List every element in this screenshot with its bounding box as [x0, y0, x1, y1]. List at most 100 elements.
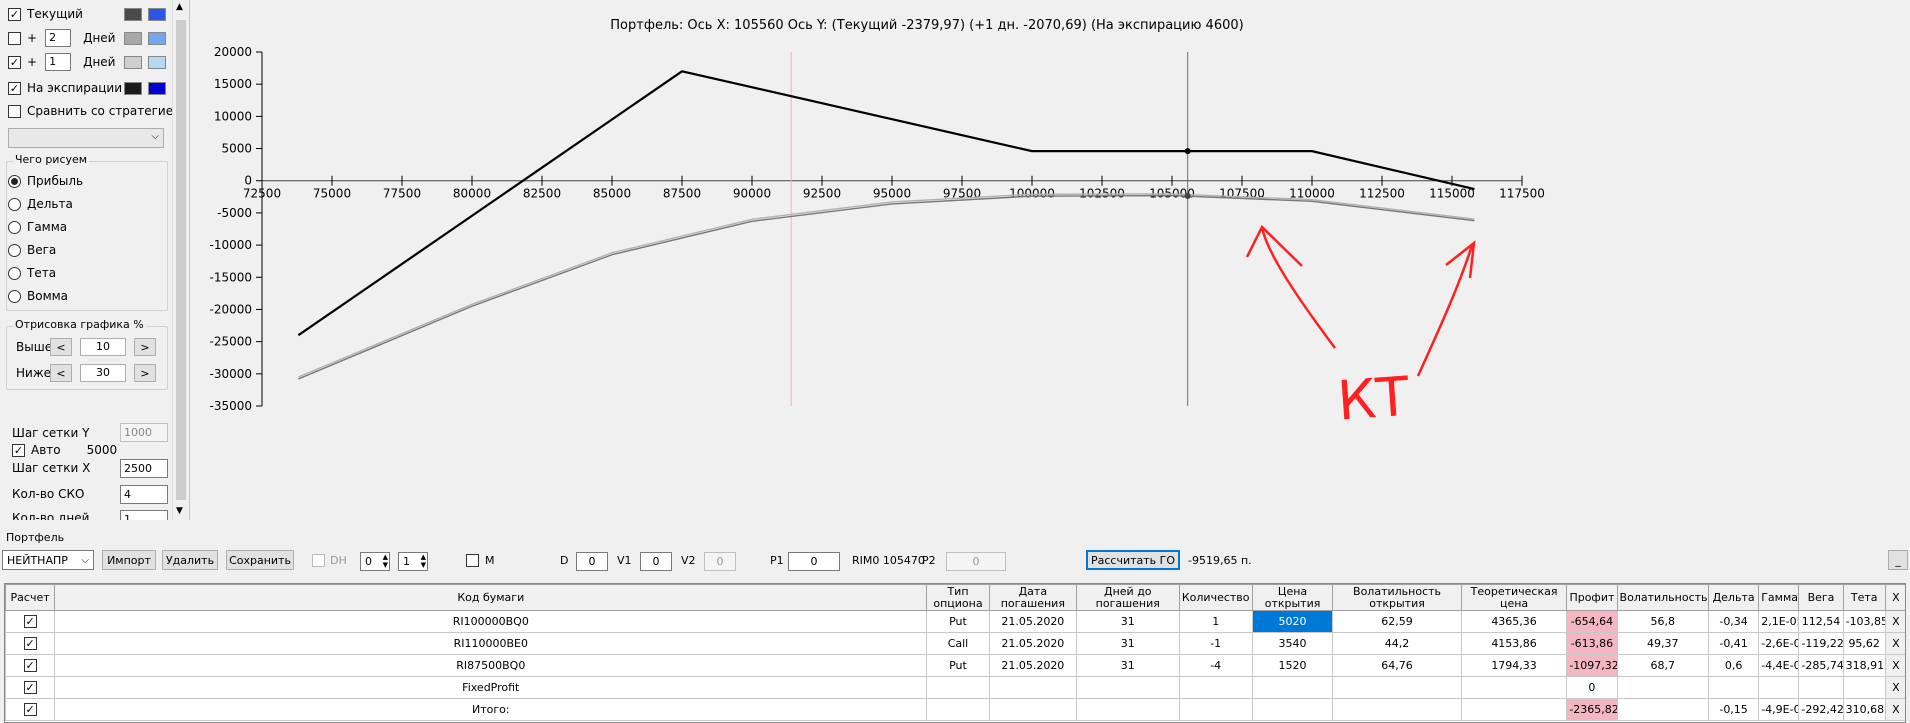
table-cell[interactable]: 62,59: [1332, 610, 1462, 633]
table-cell[interactable]: -1097,32: [1566, 654, 1618, 677]
table-cell[interactable]: [1076, 698, 1180, 721]
radio-delta-dot[interactable]: [8, 197, 21, 211]
spin1-input[interactable]: 0 ▲ ▼: [360, 552, 390, 571]
table-cell[interactable]: Call: [926, 632, 990, 655]
days-a-color-swatch-2[interactable]: [148, 32, 166, 45]
strategy-select[interactable]: НЕЙТНАПР ⌵: [2, 550, 94, 570]
table-cell[interactable]: -2,6E-05: [1758, 632, 1800, 655]
radio-gamma[interactable]: Гамма: [8, 217, 67, 237]
table-cell[interactable]: 95,62: [1842, 632, 1886, 655]
table-cell[interactable]: -0,41: [1707, 632, 1760, 655]
table-cell[interactable]: [926, 698, 990, 721]
calc-checkbox[interactable]: [23, 615, 37, 628]
column-header[interactable]: Тип опциона: [926, 584, 990, 611]
column-header[interactable]: Тета: [1842, 584, 1886, 611]
table-cell[interactable]: [1251, 676, 1334, 699]
m-checkbox[interactable]: [466, 554, 479, 567]
table-cell[interactable]: 2,1E-05: [1758, 610, 1800, 633]
table-cell[interactable]: [1460, 698, 1568, 721]
below-value[interactable]: 30: [80, 364, 126, 382]
p2-input[interactable]: 0: [946, 552, 1006, 571]
expiry-checkbox[interactable]: [8, 81, 21, 95]
column-header[interactable]: Профит: [1566, 584, 1618, 611]
d-input[interactable]: 0: [576, 552, 608, 571]
dh-checkbox[interactable]: [312, 554, 325, 567]
calc-checkbox[interactable]: [23, 681, 37, 694]
table-cell[interactable]: 3540: [1251, 632, 1334, 655]
days-a-color-swatch[interactable]: [124, 32, 142, 45]
table-cell[interactable]: 21.05.2020: [988, 654, 1078, 677]
current-checkbox[interactable]: [8, 7, 21, 21]
current-color-swatch[interactable]: [124, 8, 142, 21]
table-cell[interactable]: -285,74: [1798, 654, 1844, 677]
table-cell[interactable]: -0,34: [1707, 610, 1760, 633]
table-cell[interactable]: FixedProfit: [54, 676, 928, 699]
calc-checkbox[interactable]: [23, 703, 37, 716]
column-header[interactable]: Расчет: [5, 584, 56, 611]
below-increment-button[interactable]: >: [134, 364, 156, 382]
scroll-down-icon[interactable]: ▼: [176, 506, 183, 516]
table-cell[interactable]: -613,86: [1566, 632, 1618, 655]
table-cell[interactable]: 1: [1178, 610, 1253, 633]
table-cell[interactable]: [1798, 676, 1844, 699]
table-cell[interactable]: [1707, 676, 1760, 699]
radio-vega[interactable]: Вега: [8, 240, 56, 260]
auto-row[interactable]: Авто 5000: [12, 440, 117, 460]
calc-go-button[interactable]: Рассчитать ГО: [1086, 550, 1180, 570]
current-color-swatch-2[interactable]: [148, 8, 166, 21]
calc-checkbox[interactable]: [23, 659, 37, 672]
table-cell[interactable]: 1520: [1251, 654, 1334, 677]
table-cell[interactable]: RI110000BE0: [54, 632, 928, 655]
minimize-button[interactable]: _: [1888, 550, 1908, 570]
table-cell[interactable]: -103,85: [1842, 610, 1886, 633]
table-row[interactable]: FixedProfit 0 X: [5, 676, 1905, 699]
table-row[interactable]: RI100000BQ0Put21.05.2020311502062,594365…: [5, 610, 1905, 633]
spin-arrows-icon[interactable]: ▲ ▼: [383, 553, 388, 569]
table-cell[interactable]: 0,6: [1707, 654, 1760, 677]
table-cell[interactable]: Итого:: [54, 698, 928, 721]
days-a-row[interactable]: + 2 Дней: [8, 28, 115, 48]
table-cell[interactable]: -1: [1178, 632, 1253, 655]
table-cell[interactable]: 31: [1076, 610, 1180, 633]
table-cell[interactable]: 112,54: [1798, 610, 1844, 633]
days-a-input[interactable]: 2: [45, 29, 72, 47]
days-b-row[interactable]: + 1 Дней: [8, 52, 115, 72]
table-cell[interactable]: RI87500BQ0: [54, 654, 928, 677]
scrollbar-thumb[interactable]: [176, 20, 186, 500]
days-b-input[interactable]: 1: [45, 53, 72, 71]
expiry-color-swatch-2[interactable]: [148, 82, 166, 95]
table-cell[interactable]: 4365,36: [1460, 610, 1568, 633]
save-button[interactable]: Сохранить: [226, 550, 294, 570]
table-cell[interactable]: [926, 676, 990, 699]
table-row[interactable]: Итого: -2365,82 -0,15-4,9E-05-292,42310,68…: [5, 698, 1905, 721]
strategy-compare-select[interactable]: ⌵: [8, 128, 164, 148]
table-cell[interactable]: [1178, 676, 1253, 699]
table-cell[interactable]: [988, 698, 1078, 721]
days-b-checkbox[interactable]: [8, 55, 21, 69]
delete-row-button[interactable]: X: [1884, 676, 1905, 699]
table-cell[interactable]: -119,22: [1798, 632, 1844, 655]
grid-y-input[interactable]: 1000: [120, 423, 168, 442]
grid-x-input[interactable]: 2500: [120, 459, 168, 478]
column-header[interactable]: Волатильность: [1616, 584, 1709, 611]
auto-checkbox[interactable]: [12, 443, 25, 457]
table-row[interactable]: RI110000BE0Call21.05.202031-1354044,2415…: [5, 632, 1905, 655]
table-cell[interactable]: 31: [1076, 632, 1180, 655]
radio-profit-dot[interactable]: [8, 174, 21, 188]
table-cell[interactable]: [1460, 676, 1568, 699]
delete-row-button[interactable]: X: [1884, 610, 1905, 633]
table-cell[interactable]: -292,42: [1798, 698, 1844, 721]
table-cell[interactable]: 0: [1566, 676, 1618, 699]
settings-scrollbar[interactable]: ▲ ▼: [172, 0, 189, 520]
spin2-input[interactable]: 1 ▲ ▼: [398, 552, 428, 571]
calc-cell[interactable]: [5, 676, 56, 699]
table-cell[interactable]: 64,76: [1332, 654, 1462, 677]
column-header[interactable]: Дата погашения: [988, 584, 1078, 611]
table-cell[interactable]: 5020: [1251, 610, 1334, 633]
above-decrement-button[interactable]: <: [50, 338, 72, 356]
p1-input[interactable]: 0: [788, 552, 840, 571]
table-row[interactable]: RI87500BQ0Put21.05.202031-4152064,761794…: [5, 654, 1905, 677]
expiry-color-swatch[interactable]: [124, 82, 142, 95]
import-button[interactable]: Импорт: [102, 550, 156, 570]
table-cell[interactable]: -2365,82: [1566, 698, 1618, 721]
